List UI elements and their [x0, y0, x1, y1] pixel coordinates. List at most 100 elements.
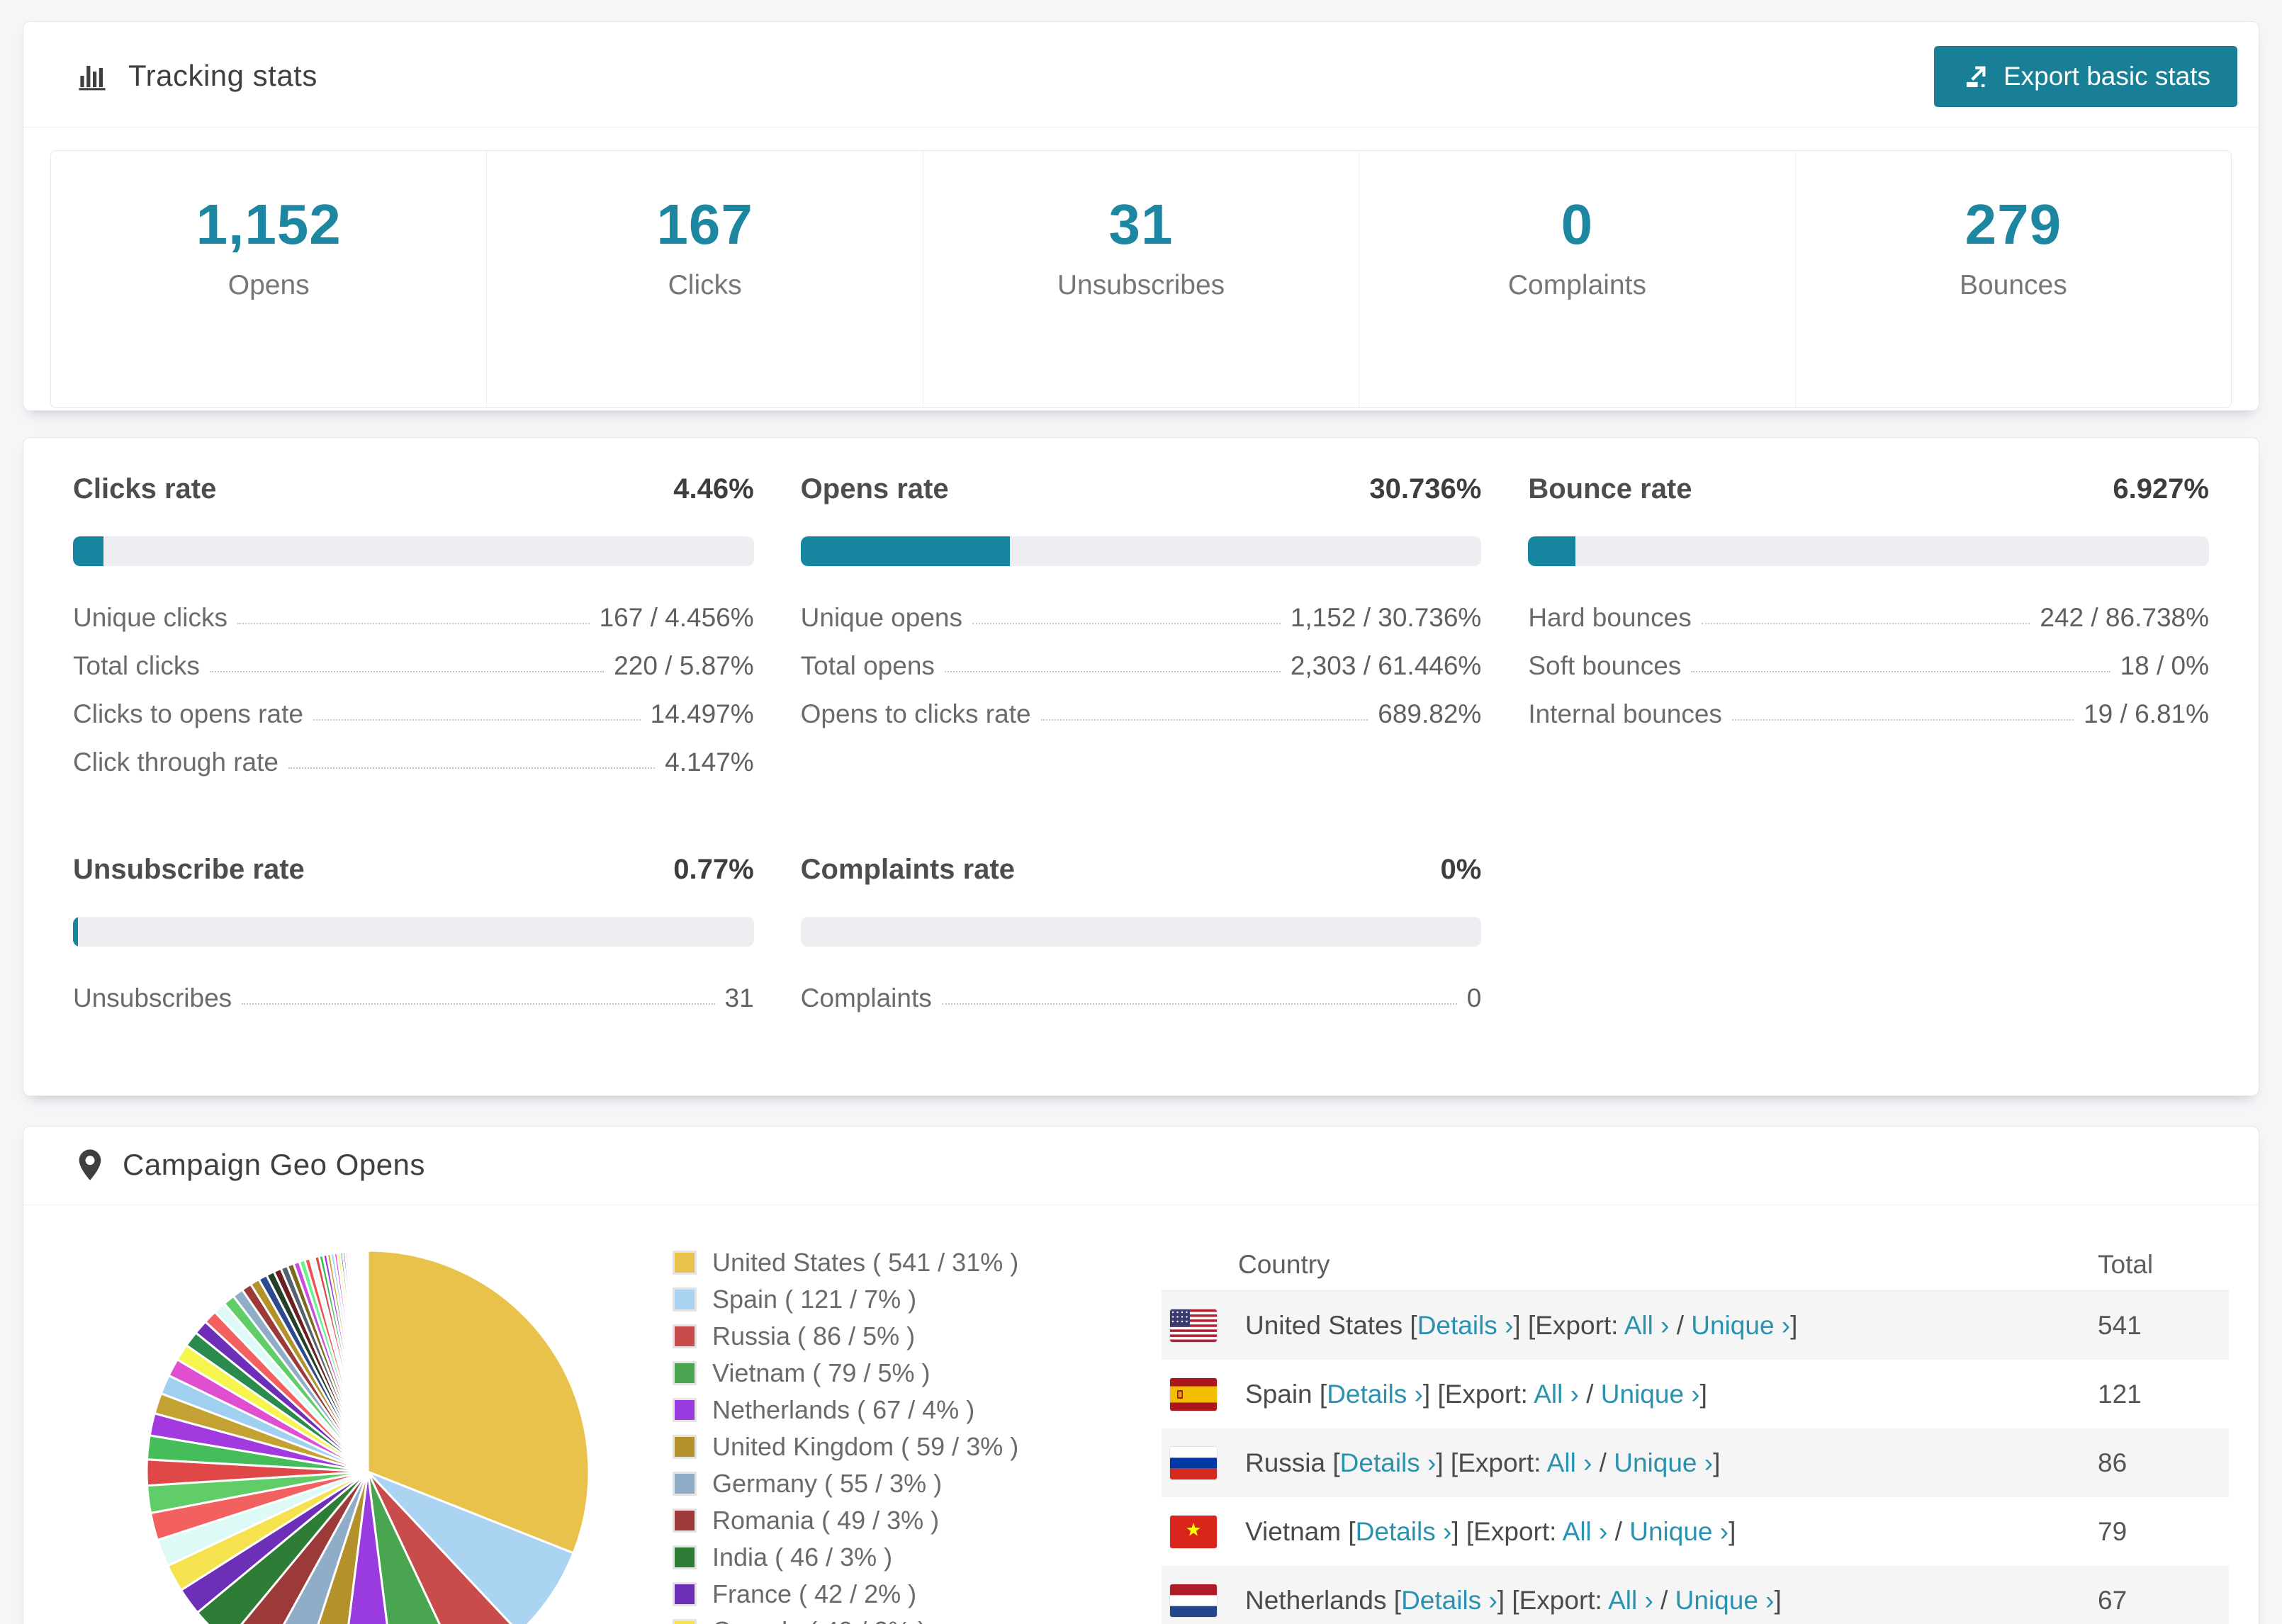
stat-line: Unique opens 1,152 / 30.736%: [801, 603, 1482, 633]
rate-title: Opens rate: [800, 473, 949, 504]
progress-bar-fill: [1528, 536, 1575, 566]
country-name: Netherlands: [1245, 1585, 1387, 1615]
slash-separator: /: [1653, 1585, 1675, 1615]
progress-bar-track: [73, 917, 754, 947]
rate-title: Clicks rate: [73, 473, 217, 504]
export-all-link[interactable]: All ›: [1563, 1517, 1608, 1546]
bracket: ] [Export:: [1436, 1448, 1547, 1477]
rate-rows: Unsubscribes 31: [73, 983, 754, 1013]
country-cell: Russia [Details ›] [Export: All › / Uniq…: [1245, 1448, 2098, 1478]
export-all-link[interactable]: All ›: [1534, 1380, 1579, 1409]
bracket: ] [Export:: [1422, 1379, 1534, 1409]
export-unique-link[interactable]: Unique ›: [1629, 1517, 1729, 1546]
export-unique-link[interactable]: Unique ›: [1614, 1448, 1713, 1477]
geo-title: Campaign Geo Opens: [123, 1148, 425, 1181]
rate-panel-bounce-rate: Bounce rate 6.927% Hard bounces 242 / 86.73…: [1528, 473, 2209, 796]
dotted-leader: [1701, 623, 2030, 624]
dotted-leader: [288, 767, 656, 769]
rate-value: 0.77%: [673, 854, 754, 885]
bar-chart-icon: [79, 66, 106, 91]
bracket: ]: [1699, 1379, 1707, 1409]
stat-line-value: 1,152 / 30.736%: [1290, 603, 1482, 632]
stat-line-label: Unique opens: [800, 603, 962, 632]
stat-line: Total clicks 220 / 5.87%: [73, 651, 754, 681]
table-row-ru: Russia [Details ›] [Export: All › / Uniq…: [1162, 1428, 2229, 1497]
rate-head: Bounce rate 6.927%: [1528, 473, 2209, 505]
export-unique-link[interactable]: Unique ›: [1601, 1380, 1700, 1409]
details-link[interactable]: Details ›: [1327, 1380, 1423, 1409]
legend-label: France ( 42 / 2% ): [712, 1579, 917, 1608]
rate-panel-unsubscribe-rate: Unsubscribe rate 0.77% Unsubscribes 31: [73, 854, 754, 1032]
legend-item-india: India ( 46 / 3% ): [673, 1543, 1133, 1572]
stat-line-value: 220 / 5.87%: [614, 651, 754, 680]
stat-line-label: Unsubscribes: [73, 983, 232, 1013]
tracking-stats-card: Tracking stats Export basic stats 1,152 O…: [23, 21, 2259, 411]
details-link[interactable]: Details ›: [1401, 1586, 1497, 1615]
legend-swatch: [673, 1398, 697, 1422]
total-cell: 67: [2098, 1585, 2128, 1615]
stat-line-label: Internal bounces: [1528, 699, 1722, 728]
geo-opens-header: Campaign Geo Opens: [23, 1127, 2259, 1205]
export-basic-stats-button[interactable]: Export basic stats: [1933, 46, 2237, 107]
rates-card: Clicks rate 4.46% Unique clicks 167 / 4.456…: [23, 437, 2259, 1096]
rate-head: Clicks rate 4.46%: [73, 473, 754, 505]
legend-swatch: [673, 1324, 697, 1348]
legend-swatch: [673, 1435, 697, 1459]
dotted-leader: [242, 1003, 715, 1005]
progress-bar-fill: [73, 536, 103, 566]
stat-line: Total opens 2,303 / 61.446%: [801, 651, 1482, 681]
stat-value: 1,152: [196, 193, 342, 256]
stat-line: Unsubscribes 31: [73, 983, 754, 1013]
dotted-leader: [972, 623, 1281, 624]
export-all-link[interactable]: All ›: [1547, 1448, 1592, 1477]
table-row-us: United States [Details ›] [Export: All ›…: [1162, 1291, 2229, 1360]
stat-value: 279: [1965, 193, 2062, 256]
stat-line: Complaints 0: [801, 983, 1482, 1013]
stat-line: Opens to clicks rate 689.82%: [801, 699, 1482, 729]
legend-label: United Kingdom ( 59 / 3% ): [712, 1432, 1019, 1461]
legend-label: Netherlands ( 67 / 4% ): [712, 1395, 975, 1424]
stat-line-value: 2,303 / 61.446%: [1290, 651, 1482, 680]
stat-line-value: 167 / 4.456%: [599, 603, 754, 632]
legend-label: Spain ( 121 / 7% ): [712, 1285, 917, 1314]
rates-grid: Clicks rate 4.46% Unique clicks 167 / 4.456…: [73, 473, 2209, 1032]
export-unique-link[interactable]: Unique ›: [1691, 1311, 1790, 1340]
export-unique-link[interactable]: Unique ›: [1675, 1586, 1775, 1615]
stat-label: Clicks: [668, 270, 742, 300]
slash-separator: /: [1578, 1379, 1601, 1409]
legend-label: United States ( 541 / 31% ): [712, 1248, 1019, 1277]
rate-title: Unsubscribe rate: [73, 854, 305, 885]
legend-item-romania: Romania ( 49 / 3% ): [673, 1506, 1133, 1535]
export-all-link[interactable]: All ›: [1624, 1311, 1670, 1340]
legend-label: Vietnam ( 79 / 5% ): [712, 1358, 931, 1387]
stat-line-value: 14.497%: [650, 699, 754, 728]
country-name: Spain: [1245, 1379, 1313, 1409]
legend-item-spain: Spain ( 121 / 7% ): [673, 1285, 1133, 1314]
rate-panel-clicks-rate: Clicks rate 4.46% Unique clicks 167 / 4.456…: [73, 473, 754, 796]
legend-swatch: [673, 1582, 697, 1606]
bracket: [: [1341, 1516, 1356, 1546]
flag-icon-vn: [1170, 1515, 1217, 1548]
export-all-link[interactable]: All ›: [1608, 1586, 1653, 1615]
details-link[interactable]: Details ›: [1417, 1311, 1514, 1340]
column-header-country: Country: [1238, 1250, 1330, 1279]
summary-stat-clicks: 167 Clicks: [487, 151, 923, 407]
details-link[interactable]: Details ›: [1356, 1517, 1452, 1546]
total-cell: 121: [2098, 1379, 2142, 1409]
stat-line-value: 4.147%: [665, 748, 754, 777]
legend-item-france: France ( 42 / 2% ): [673, 1579, 1133, 1609]
legend-swatch: [673, 1361, 697, 1385]
dotted-leader: [313, 719, 641, 721]
stat-line-value: 18 / 0%: [2120, 651, 2209, 680]
flag-icon-es: [1170, 1377, 1217, 1411]
stat-line-label: Total opens: [800, 651, 935, 680]
export-icon: [1966, 66, 1986, 87]
rate-value: 6.927%: [2113, 473, 2209, 504]
details-link[interactable]: Details ›: [1340, 1448, 1437, 1477]
country-cell: Spain [Details ›] [Export: All › / Uniqu…: [1245, 1380, 2098, 1409]
stat-line: Soft bounces 18 / 0%: [1528, 651, 2209, 681]
rate-title: Complaints rate: [800, 854, 1015, 885]
stat-line-value: 242 / 86.738%: [2040, 603, 2209, 632]
column-header-total: Total: [2098, 1250, 2154, 1279]
table-row-es: Spain [Details ›] [Export: All › / Uniqu…: [1162, 1360, 2229, 1428]
